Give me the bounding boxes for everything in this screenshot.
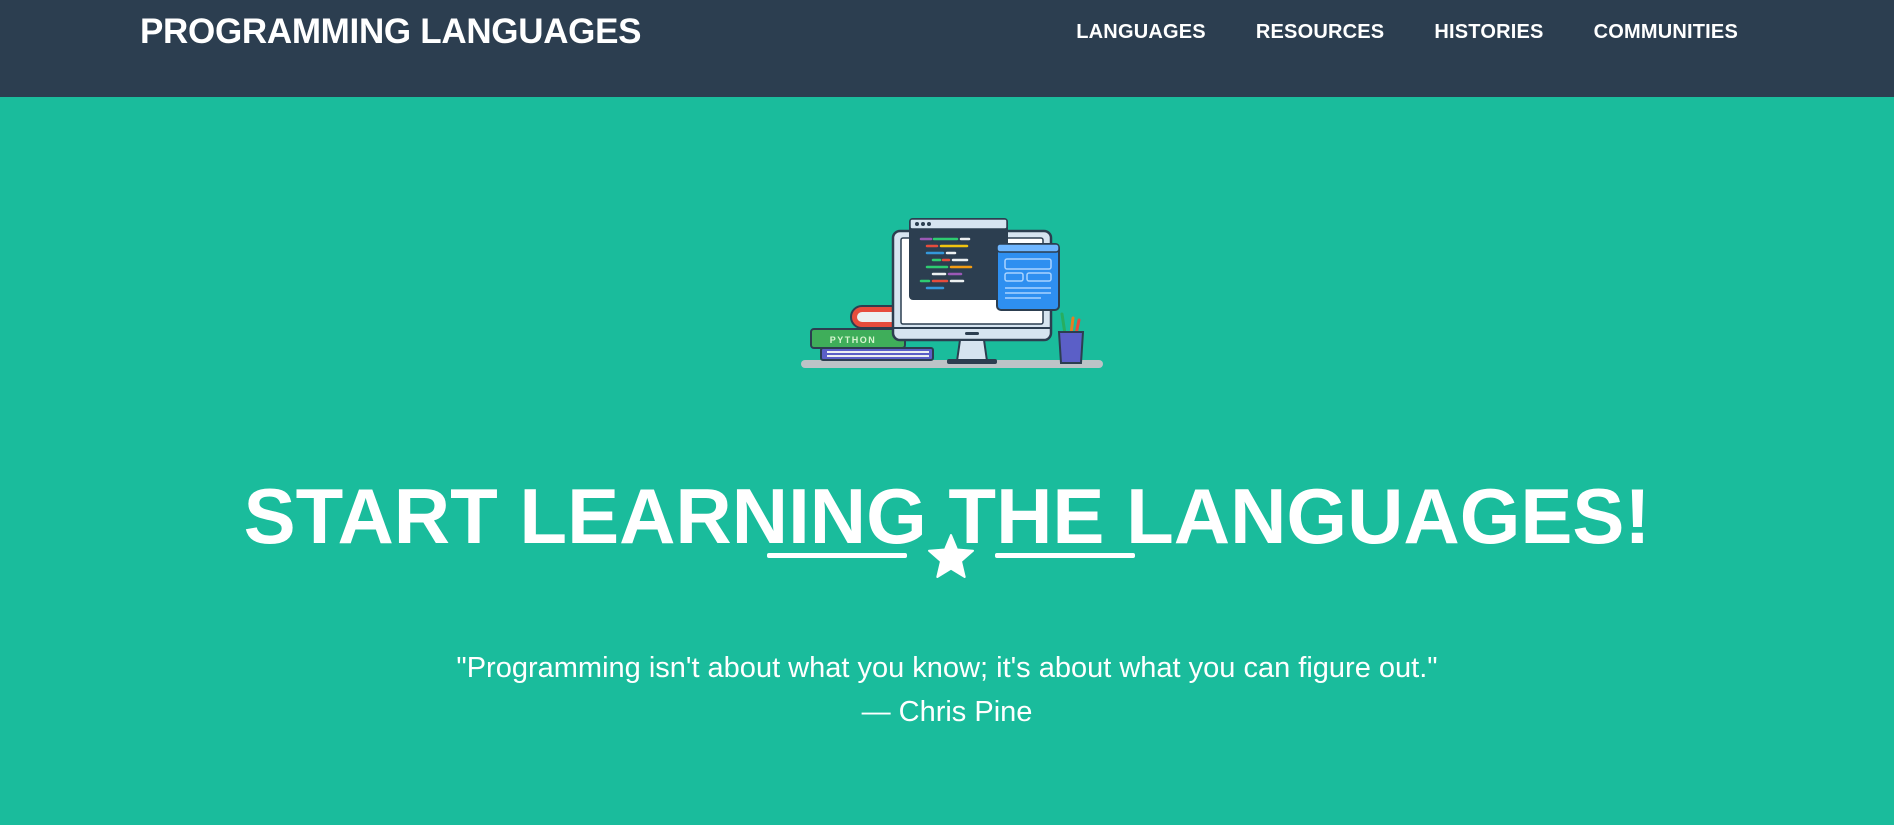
star-icon (928, 534, 974, 578)
computer-illustration: PYTHON (801, 218, 1103, 368)
nav-link-resources[interactable]: RESOURCES (1256, 21, 1385, 44)
quote-attribution: — Chris Pine (861, 696, 1033, 728)
nav-links: LANGUAGES RESOURCES HISTORIES COMMUNITIE… (1076, 14, 1738, 50)
divider-line-left (767, 553, 907, 558)
monitor-stand (955, 339, 989, 362)
nav-link-languages[interactable]: LANGUAGES (1076, 21, 1206, 44)
brand-link[interactable]: PROGRAMMING LANGUAGES (140, 12, 642, 52)
nav-link-communities[interactable]: COMMUNITIES (1594, 21, 1738, 44)
pencil-cup (1057, 331, 1085, 364)
nav-link-histories[interactable]: HISTORIES (1434, 21, 1543, 44)
book-label: PYTHON (830, 335, 877, 345)
quote-text: "Programming isn't about what you know; … (456, 652, 1438, 684)
divider (767, 530, 1135, 580)
document-window (996, 243, 1060, 311)
navbar: PROGRAMMING LANGUAGES LANGUAGES RESOURCE… (0, 0, 1894, 97)
book-bottom (820, 347, 934, 361)
divider-line-right (995, 553, 1135, 558)
